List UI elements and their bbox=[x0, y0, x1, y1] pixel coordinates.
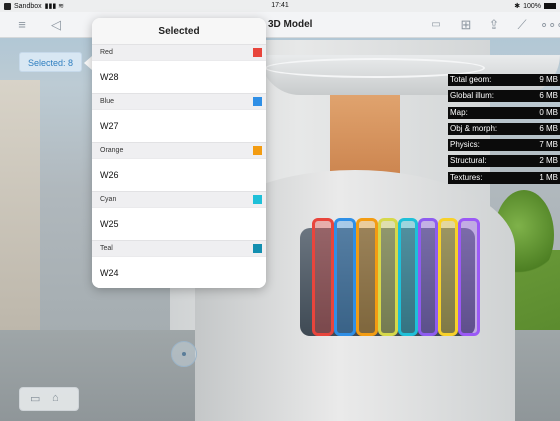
highlighted-window[interactable] bbox=[378, 218, 398, 336]
highlighted-window[interactable] bbox=[438, 218, 458, 336]
highlighted-window[interactable] bbox=[458, 218, 480, 336]
stat-value: 9 MB bbox=[539, 75, 558, 84]
page-title: 3D Model bbox=[268, 19, 313, 30]
popover-arrow bbox=[84, 56, 92, 70]
navigation-orb[interactable] bbox=[171, 341, 197, 367]
highlighted-window[interactable] bbox=[356, 218, 378, 336]
list-item[interactable]: W25 bbox=[92, 207, 266, 240]
stat-label: Global illum: bbox=[450, 91, 495, 101]
list-item[interactable]: W26 bbox=[92, 158, 266, 191]
color-swatch bbox=[253, 146, 262, 155]
color-name: Red bbox=[100, 49, 113, 56]
color-swatch bbox=[253, 244, 262, 253]
stat-value: 1 MB bbox=[539, 172, 558, 182]
color-name: Cyan bbox=[100, 196, 117, 203]
highlighted-window[interactable] bbox=[334, 218, 356, 336]
stat-row: Structural: 2 MB bbox=[448, 155, 560, 168]
highlighted-window[interactable] bbox=[398, 218, 418, 336]
clock: 17:41 bbox=[271, 2, 289, 9]
book-icon[interactable]: ⊞ bbox=[458, 17, 474, 33]
color-name: Teal bbox=[100, 245, 113, 252]
color-name: Orange bbox=[100, 147, 124, 154]
stat-value: 6 MB bbox=[539, 123, 558, 133]
stat-label: Map: bbox=[450, 107, 468, 117]
group-header: Blue bbox=[92, 93, 266, 109]
adjacent-building bbox=[0, 80, 40, 330]
highlighted-window[interactable] bbox=[312, 218, 334, 336]
selected-count-button[interactable]: Selected: 8 bbox=[19, 52, 82, 72]
color-swatch bbox=[253, 97, 262, 106]
stat-label: Physics: bbox=[450, 140, 480, 150]
hat-icon: ⌂ bbox=[52, 392, 59, 404]
selection-group: Teal W24 bbox=[92, 240, 266, 288]
selection-group: Orange W26 bbox=[92, 142, 266, 191]
bluetooth-icon: ✱ bbox=[514, 3, 521, 10]
image-icon[interactable]: ▭ bbox=[428, 17, 444, 33]
stat-label: Total geom: bbox=[450, 75, 492, 84]
color-name: Blue bbox=[100, 98, 115, 105]
stat-row: Textures: 1 MB bbox=[448, 171, 560, 184]
color-swatch bbox=[253, 195, 262, 204]
stat-row: Global illum: 6 MB bbox=[448, 90, 560, 103]
group-header: Red bbox=[92, 44, 266, 60]
stat-value: 0 MB bbox=[539, 107, 558, 117]
battery-percent: 100% bbox=[523, 2, 541, 10]
highlighted-window[interactable] bbox=[418, 218, 438, 336]
group-header: Cyan bbox=[92, 191, 266, 207]
stat-row: Obj & morph: 6 MB bbox=[448, 122, 560, 135]
memory-stats-panel: Total geom: 9 MB Global illum: 6 MB Map: 0 … bbox=[448, 74, 560, 188]
view-mode-button[interactable]: ▭ ⌂ bbox=[19, 387, 79, 411]
color-swatch bbox=[253, 48, 262, 57]
stat-label: Structural: bbox=[450, 156, 487, 166]
list-item[interactable]: W28 bbox=[92, 60, 266, 93]
selection-group: Cyan W25 bbox=[92, 191, 266, 240]
floor-plan-icon: ▭ bbox=[30, 393, 41, 405]
group-header: Orange bbox=[92, 142, 266, 158]
menu-icon[interactable]: ≡ bbox=[14, 17, 30, 33]
stat-row: Total geom: 9 MB bbox=[448, 74, 560, 86]
group-header: Teal bbox=[92, 240, 266, 256]
list-item[interactable]: W24 bbox=[92, 256, 266, 288]
selection-popover: Selected Red W28 Blue W27 Orange W26 Cya… bbox=[92, 18, 266, 288]
top-toolbar: ≡ ◁ 3D Model ▭ ⊞ ⇪ ⟋ ∘∘∘ bbox=[0, 12, 560, 38]
ruler-icon[interactable]: ⟋ bbox=[514, 17, 530, 33]
stat-value: 7 MB bbox=[539, 140, 558, 150]
stat-row: Map: 0 MB bbox=[448, 106, 560, 119]
stat-label: Textures: bbox=[450, 172, 483, 182]
selection-group: Blue W27 bbox=[92, 93, 266, 142]
battery-icon bbox=[544, 3, 556, 9]
popover-title: Selected bbox=[92, 18, 266, 44]
selection-group: Red W28 bbox=[92, 44, 266, 93]
share-icon[interactable]: ⇪ bbox=[486, 17, 502, 33]
stat-row: Physics: 7 MB bbox=[448, 139, 560, 152]
stat-value: 2 MB bbox=[539, 156, 558, 166]
list-item[interactable]: W27 bbox=[92, 109, 266, 142]
back-icon[interactable]: ◁ bbox=[48, 17, 64, 33]
more-icon[interactable]: ∘∘∘ bbox=[540, 17, 560, 33]
stat-label: Obj & morph: bbox=[450, 123, 498, 133]
status-bar: Sandbox ▮▮▮ ≋ 17:41 ✱ 100% bbox=[0, 0, 560, 12]
stat-value: 6 MB bbox=[539, 91, 558, 101]
